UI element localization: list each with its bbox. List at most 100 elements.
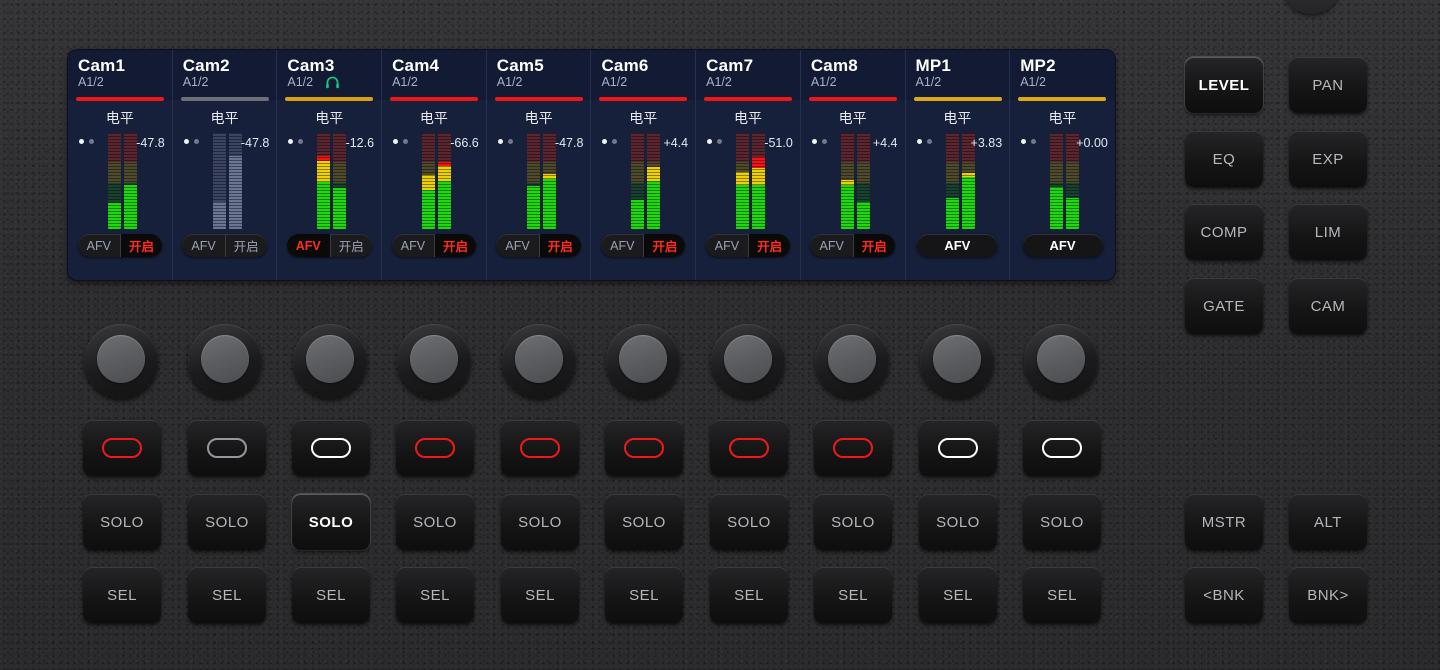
channel-knob-7[interactable] [711,324,785,398]
meter-bars [317,133,346,229]
afv-label[interactable]: AFV [392,234,434,257]
meter-indicator-dot-1 [498,139,503,144]
mute-button-10[interactable] [1023,420,1101,476]
afv-toggle[interactable]: AFV开启 [810,234,894,257]
sel-button-8[interactable]: SEL [814,567,892,623]
mute-button-1[interactable] [83,420,161,476]
solo-button-9[interactable]: SOLO [919,494,997,550]
solo-button-6[interactable]: SOLO [605,494,683,550]
afv-enable-label[interactable]: 开启 [120,234,162,257]
solo-button-10[interactable]: SOLO [1023,494,1101,550]
afv-label[interactable]: AFV [182,234,224,257]
channel-knob-9[interactable] [920,324,994,398]
sel-button-6[interactable]: SEL [605,567,683,623]
afv-label[interactable]: AFV [706,234,748,257]
meter-indicator-dot-2 [927,139,932,144]
meter-indicator-dot-2 [508,139,513,144]
sel-button-5[interactable]: SEL [501,567,579,623]
afv-toggle[interactable]: AFV开启 [601,234,685,257]
afv-label[interactable]: AFV [601,234,643,257]
sel-button-2[interactable]: SEL [188,567,266,623]
mute-button-4[interactable] [396,420,474,476]
afv-label[interactable]: AFV [287,234,330,257]
mute-indicator-icon [833,438,873,458]
level-value: +4.4 [663,136,688,150]
channel-knob-10[interactable] [1024,324,1098,398]
solo-button-3[interactable]: SOLO [292,494,370,550]
meter-bar-1 [108,133,121,229]
channel-status-bar [599,97,687,101]
level-value: +4.4 [873,136,898,150]
solo-button-1[interactable]: SOLO [83,494,161,550]
meter-dots [288,139,303,144]
solo-button-4[interactable]: SOLO [396,494,474,550]
channel-knob-6[interactable] [606,324,680,398]
afv-enable-label[interactable]: 开启 [225,234,267,257]
mute-button-8[interactable] [814,420,892,476]
channel-knob-1[interactable] [84,324,158,398]
afv-toggle[interactable]: AFV开启 [182,234,266,257]
afv-label[interactable]: AFV [78,234,120,257]
function-button-level[interactable]: LEVEL [1185,57,1263,113]
solo-button-7[interactable]: SOLO [710,494,788,550]
afv-toggle[interactable]: AFV开启 [706,234,790,257]
mute-button-6[interactable] [605,420,683,476]
function-button-pan[interactable]: PAN [1289,57,1367,113]
sel-button-7[interactable]: SEL [710,567,788,623]
function-button-gate[interactable]: GATE [1185,278,1263,334]
afv-toggle[interactable]: AFV开启 [496,234,580,257]
meter-bar-2 [124,133,137,229]
channel-knob-4[interactable] [397,324,471,398]
afv-enable-label[interactable]: 开启 [434,234,476,257]
sel-button-4[interactable]: SEL [396,567,474,623]
mute-button-9[interactable] [919,420,997,476]
solo-button-8[interactable]: SOLO [814,494,892,550]
afv-enable-label[interactable]: 开启 [539,234,581,257]
sel-button-10[interactable]: SEL [1023,567,1101,623]
function-button-eq[interactable]: EQ [1185,131,1263,187]
nav-button-bnk[interactable]: <BNK [1185,567,1263,623]
channel-name: MP1 [916,56,1010,75]
function-button-lim[interactable]: LIM [1289,204,1367,260]
function-button-exp[interactable]: EXP [1289,131,1367,187]
function-button-comp[interactable]: COMP [1185,204,1263,260]
nav-button-alt[interactable]: ALT [1289,494,1367,550]
meter-indicator-dot-1 [1021,139,1026,144]
afv-label[interactable]: AFV [496,234,538,257]
sel-button-1[interactable]: SEL [83,567,161,623]
meter-indicator-dot-2 [822,139,827,144]
solo-button-2[interactable]: SOLO [188,494,266,550]
afv-toggle[interactable]: AFV开启 [392,234,476,257]
sel-button-3[interactable]: SEL [292,567,370,623]
afv-label[interactable]: AFV [810,234,852,257]
afv-enable-label[interactable]: 开启 [748,234,790,257]
mute-button-3[interactable] [292,420,370,476]
channel-bus-label: A1/2 [183,75,209,89]
mute-indicator-icon [207,438,247,458]
sel-button-9[interactable]: SEL [919,567,997,623]
channel-knob-3[interactable] [293,324,367,398]
afv-toggle[interactable]: AFV开启 [78,234,162,257]
level-value: -51.0 [764,136,793,150]
afv-enable-label[interactable]: 开启 [853,234,895,257]
meter-indicator-dot-2 [403,139,408,144]
afv-enable-label[interactable]: 开启 [643,234,685,257]
nav-button-bnk[interactable]: BNK> [1289,567,1367,623]
afv-toggle[interactable]: AFV开启 [287,234,372,257]
channel-header: Cam1A1/2 [68,50,172,100]
mute-button-7[interactable] [710,420,788,476]
afv-button[interactable]: AFV [917,234,997,257]
channel-knob-2[interactable] [188,324,262,398]
function-button-cam[interactable]: CAM [1289,278,1367,334]
level-header: 电平 [106,108,134,128]
solo-button-5[interactable]: SOLO [501,494,579,550]
nav-button-mstr[interactable]: MSTR [1185,494,1263,550]
meter-bar-2 [543,133,556,229]
afv-enable-label[interactable]: 开启 [330,234,372,257]
mute-indicator-icon [729,438,769,458]
channel-knob-8[interactable] [815,324,889,398]
mute-button-2[interactable] [188,420,266,476]
channel-knob-5[interactable] [502,324,576,398]
afv-button[interactable]: AFV [1023,234,1103,257]
mute-button-5[interactable] [501,420,579,476]
